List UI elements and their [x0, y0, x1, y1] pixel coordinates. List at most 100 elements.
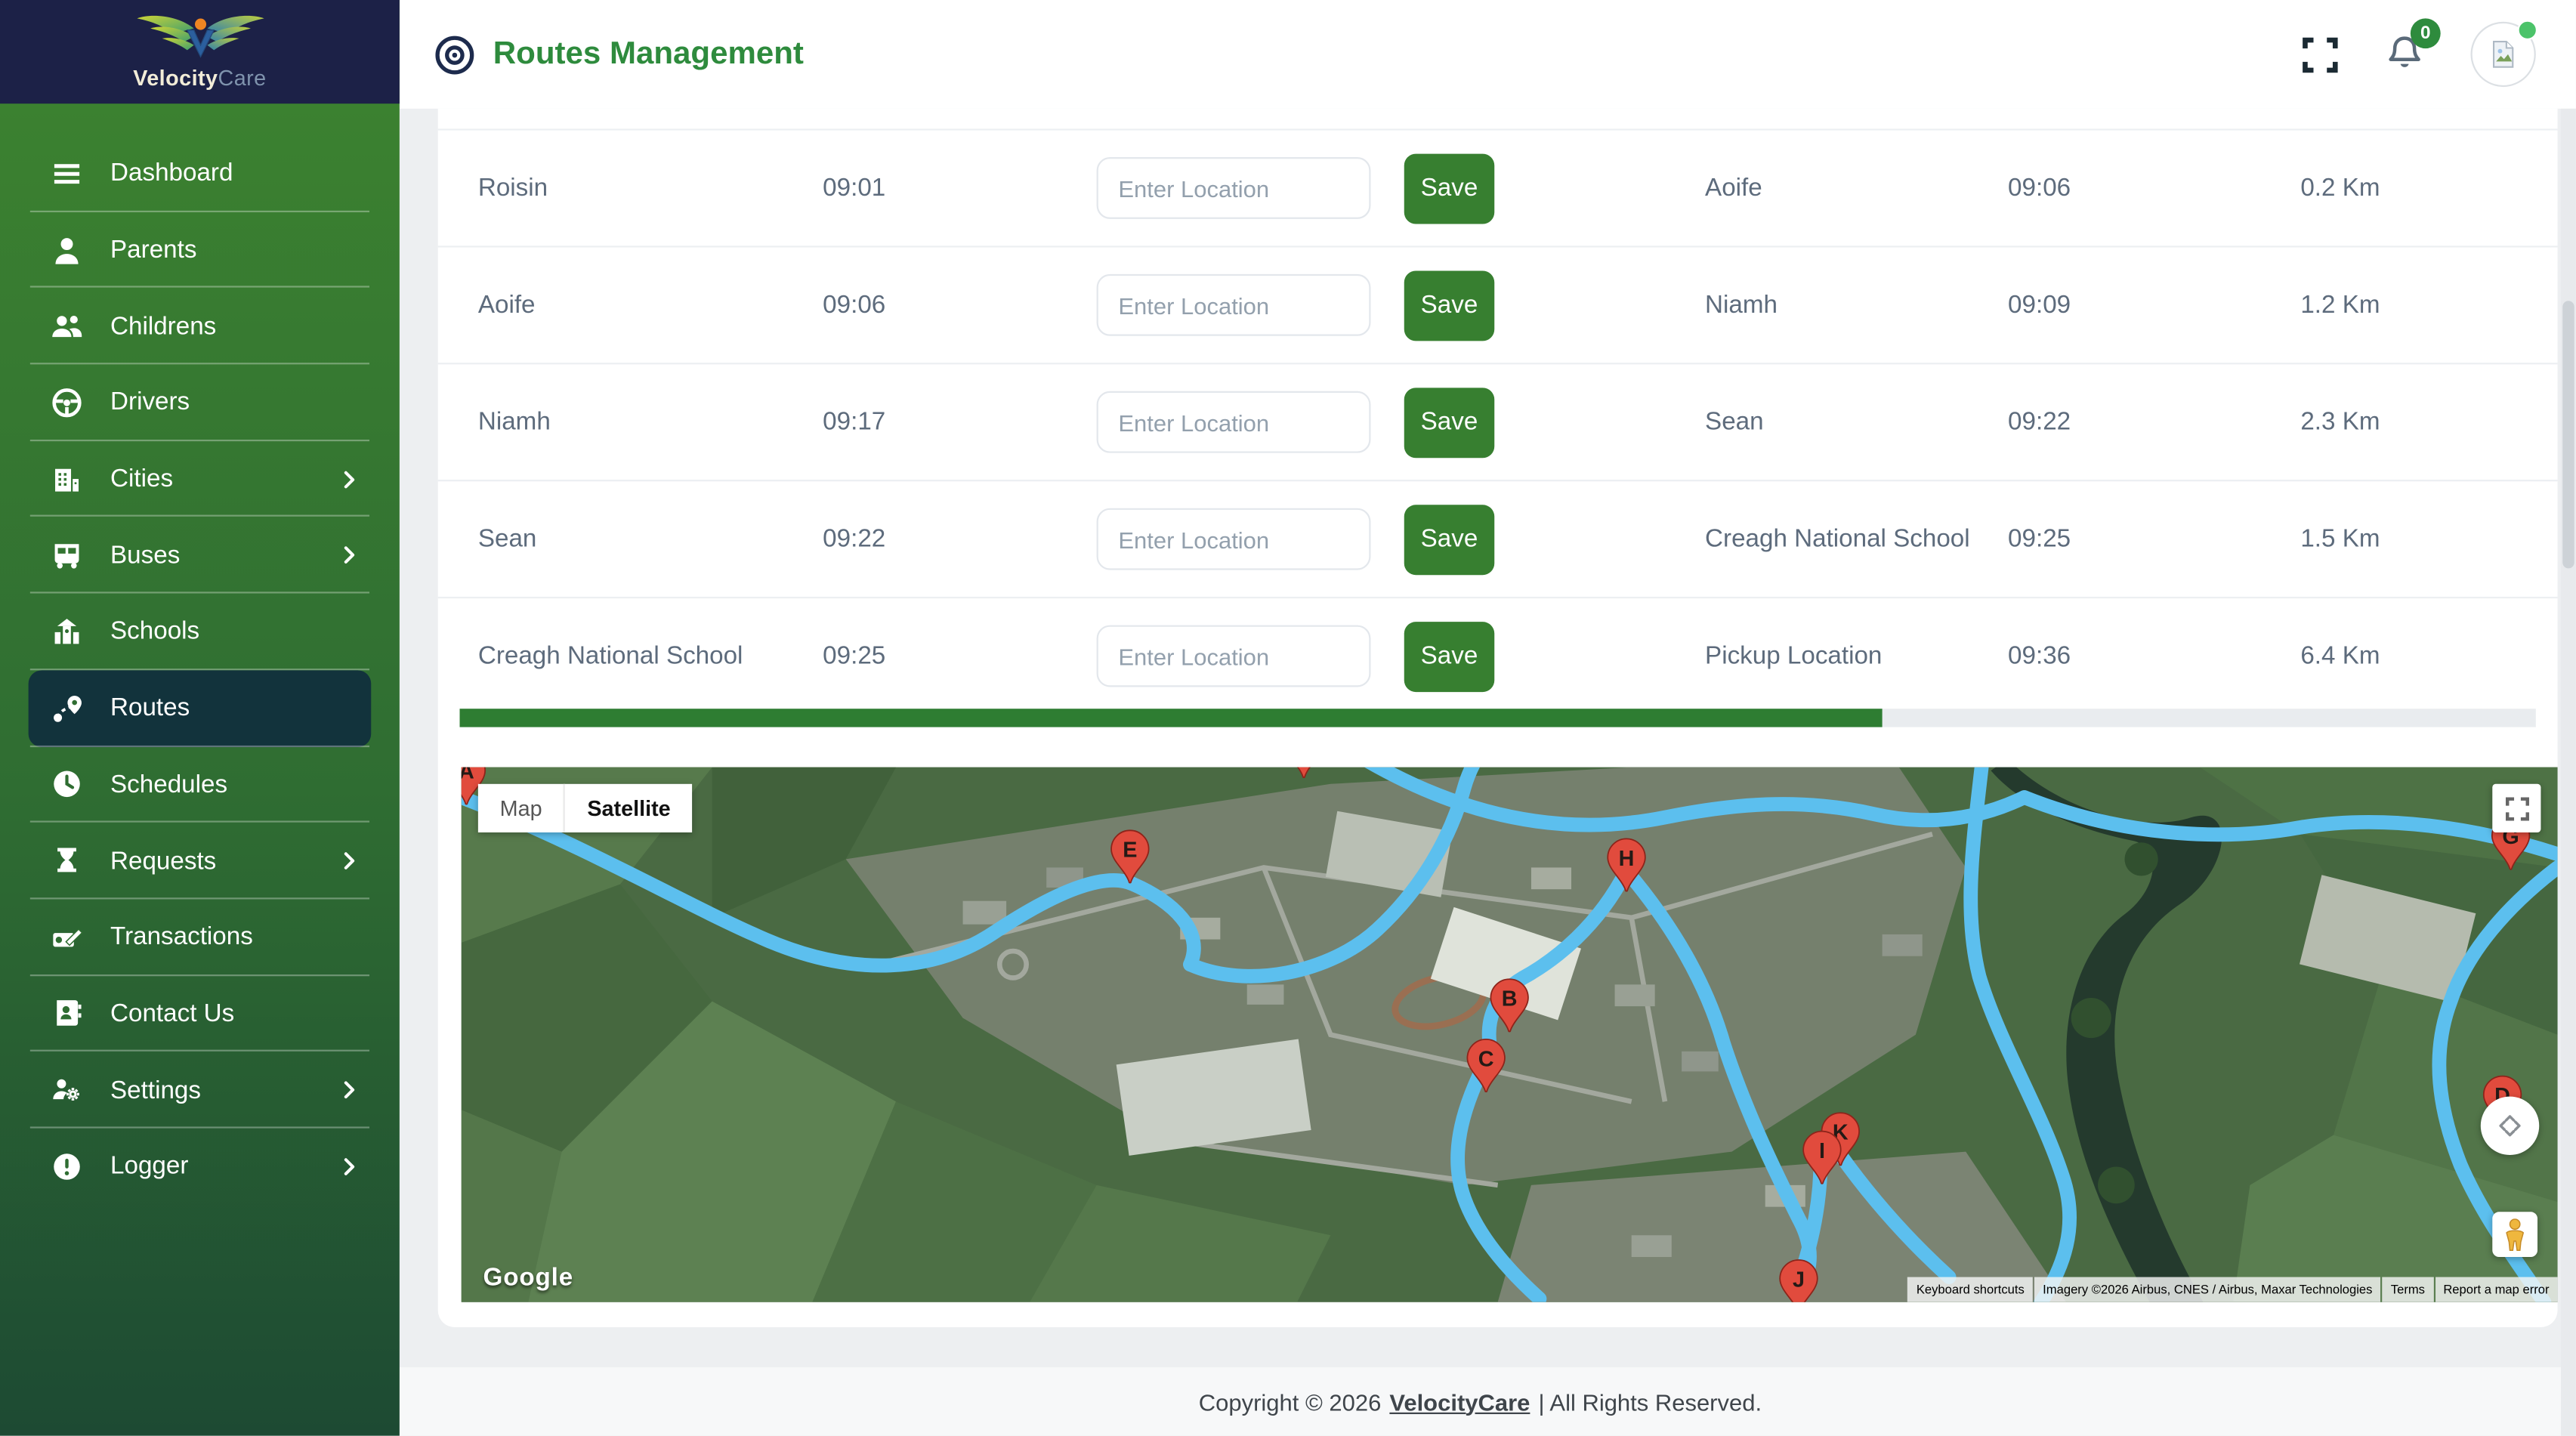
map-type-map-button[interactable]: Map — [478, 784, 564, 832]
footer-brand-link[interactable]: VelocityCare — [1389, 1388, 1530, 1415]
sidebar-item-label: Settings — [110, 1076, 201, 1104]
from-name: Aoife — [478, 291, 762, 320]
save-button[interactable]: Save — [1404, 153, 1494, 223]
sidebar-item-label: Parents — [110, 236, 196, 264]
svg-text:B: B — [1502, 987, 1518, 1011]
map-marker-c[interactable]: C — [1466, 1039, 1506, 1095]
save-button[interactable]: Save — [1404, 387, 1494, 457]
from-name: Sean — [478, 525, 762, 554]
terms-link[interactable]: Terms — [2383, 1277, 2433, 1302]
route-icon — [50, 691, 83, 724]
from-name: Creagh National School — [478, 642, 762, 671]
map-marker-e[interactable]: E — [1110, 829, 1150, 885]
people-icon — [50, 310, 83, 343]
sidebar-nav: Dashboard Parents Childrens DriversCitiesBu… — [0, 103, 400, 1204]
table-row: Sean 09:22 Save Creagh National School 0… — [438, 480, 2558, 597]
sidebar-item-schedules[interactable]: Schedules — [29, 746, 372, 823]
sidebar-item-childrens[interactable]: Childrens — [29, 288, 372, 364]
footer: Copyright © 2026 VelocityCare | All Righ… — [400, 1367, 2561, 1436]
map-marker-j[interactable]: J — [1779, 1259, 1819, 1302]
settings-icon — [50, 1073, 83, 1107]
sidebar-item-transactions[interactable]: Transactions — [29, 899, 372, 975]
logger-icon — [50, 1150, 83, 1183]
location-input[interactable] — [1097, 157, 1371, 219]
notification-badge: 0 — [2411, 18, 2441, 48]
sidebar-item-settings[interactable]: Settings — [29, 1052, 372, 1128]
pan-control[interactable] — [2481, 1097, 2539, 1155]
sidebar-item-drivers[interactable]: Drivers — [29, 365, 372, 441]
online-status-dot — [2517, 20, 2537, 41]
bus-icon — [50, 539, 83, 572]
map-marker-i[interactable]: I — [1802, 1129, 1842, 1186]
save-button[interactable]: Save — [1404, 270, 1494, 340]
to-time: 09:36 — [1939, 642, 2140, 671]
sidebar-item-buses[interactable]: Buses — [29, 517, 372, 594]
from-time: 09:06 — [762, 291, 946, 320]
top-header: Routes Management 0 — [400, 0, 2576, 109]
to-time: 09:25 — [1939, 525, 2140, 554]
map-marker-f[interactable]: F — [1284, 767, 1324, 781]
svg-text:H: H — [1619, 847, 1635, 871]
clock-icon — [50, 767, 83, 801]
avatar[interactable] — [2471, 22, 2536, 87]
fullscreen-button[interactable] — [2302, 36, 2339, 73]
sidebar-item-label: Routes — [110, 694, 190, 723]
map-attribution: Keyboard shortcuts Imagery ©2026 Airbus,… — [1907, 1277, 2558, 1302]
sidebar-item-logger[interactable]: Logger — [29, 1129, 372, 1205]
sidebar-item-label: Schedules — [110, 770, 227, 799]
route-table: Roisin 09:01 Save Aoife 09:06 0.2 Km Aoi… — [438, 109, 2558, 714]
sidebar-item-label: Requests — [110, 847, 216, 875]
location-input[interactable] — [1097, 508, 1371, 570]
chevron-right-icon — [338, 544, 361, 567]
from-time: 09:17 — [762, 408, 946, 437]
sidebar-item-label: Schools — [110, 618, 199, 647]
brand-name: VelocityCare — [133, 65, 266, 90]
progress-bar — [460, 709, 2536, 727]
sidebar-item-routes[interactable]: Routes — [29, 670, 372, 746]
copyright-suffix: | All Rights Reserved. — [1538, 1388, 1762, 1415]
report-map-error-link[interactable]: Report a map error — [2435, 1277, 2557, 1302]
to-name: Sean — [1705, 408, 1939, 437]
sidebar-item-dashboard[interactable]: Dashboard — [29, 135, 372, 212]
sidebar-item-label: Logger — [110, 1152, 188, 1181]
distance: 0.2 Km — [2139, 174, 2540, 202]
page-scrollbar — [2561, 109, 2576, 1436]
sidebar-item-requests[interactable]: Requests — [29, 823, 372, 899]
pegman-button[interactable] — [2492, 1212, 2537, 1257]
scrollbar-thumb[interactable] — [2562, 301, 2574, 568]
map-marker-b[interactable]: B — [1490, 978, 1530, 1035]
location-input[interactable] — [1097, 391, 1371, 453]
distance: 6.4 Km — [2139, 642, 2540, 671]
map-marker-h[interactable]: H — [1607, 838, 1647, 894]
svg-text:I: I — [1819, 1138, 1825, 1163]
brand-logo[interactable]: VelocityCare — [0, 0, 400, 103]
steering-wheel-icon — [50, 386, 83, 419]
save-button[interactable]: Save — [1404, 504, 1494, 574]
sidebar-item-parents[interactable]: Parents — [29, 212, 372, 288]
sidebar-item-schools[interactable]: Schools — [29, 594, 372, 670]
map-fullscreen-button[interactable] — [2492, 784, 2540, 832]
map-container[interactable]: AEFHBCKIGDJ Map Satellite Go — [462, 767, 2558, 1302]
header-actions: 0 — [2302, 22, 2536, 87]
hourglass-icon — [50, 845, 83, 878]
sidebar-item-label: Transactions — [110, 923, 253, 952]
location-input[interactable] — [1097, 625, 1371, 687]
sidebar-item-contact-us[interactable]: Contact Us — [29, 975, 372, 1052]
svg-text:J: J — [1793, 1268, 1805, 1292]
sidebar: VelocityCare Dashboard Parents Childrens Dr… — [0, 0, 400, 1436]
map-type-satellite-button[interactable]: Satellite — [564, 784, 692, 832]
location-input[interactable] — [1097, 274, 1371, 336]
sidebar-item-label: Childrens — [110, 312, 216, 341]
chevron-right-icon — [338, 1155, 361, 1178]
from-time: 09:25 — [762, 642, 946, 671]
copyright-prefix: Copyright © 2026 — [1199, 1388, 1382, 1415]
keyboard-shortcuts-link[interactable]: Keyboard shortcuts — [1908, 1277, 2033, 1302]
routes-card: Roisin 09:01 Save Aoife 09:06 0.2 Km Aoi… — [438, 109, 2558, 1327]
sidebar-item-cities[interactable]: Cities — [29, 441, 372, 517]
to-time: 09:09 — [1939, 291, 2140, 320]
pegman-icon — [2503, 1218, 2528, 1251]
building-icon — [50, 462, 83, 496]
save-button[interactable]: Save — [1404, 621, 1494, 691]
google-logo[interactable]: Google — [483, 1264, 573, 1292]
contact-icon — [50, 997, 83, 1030]
